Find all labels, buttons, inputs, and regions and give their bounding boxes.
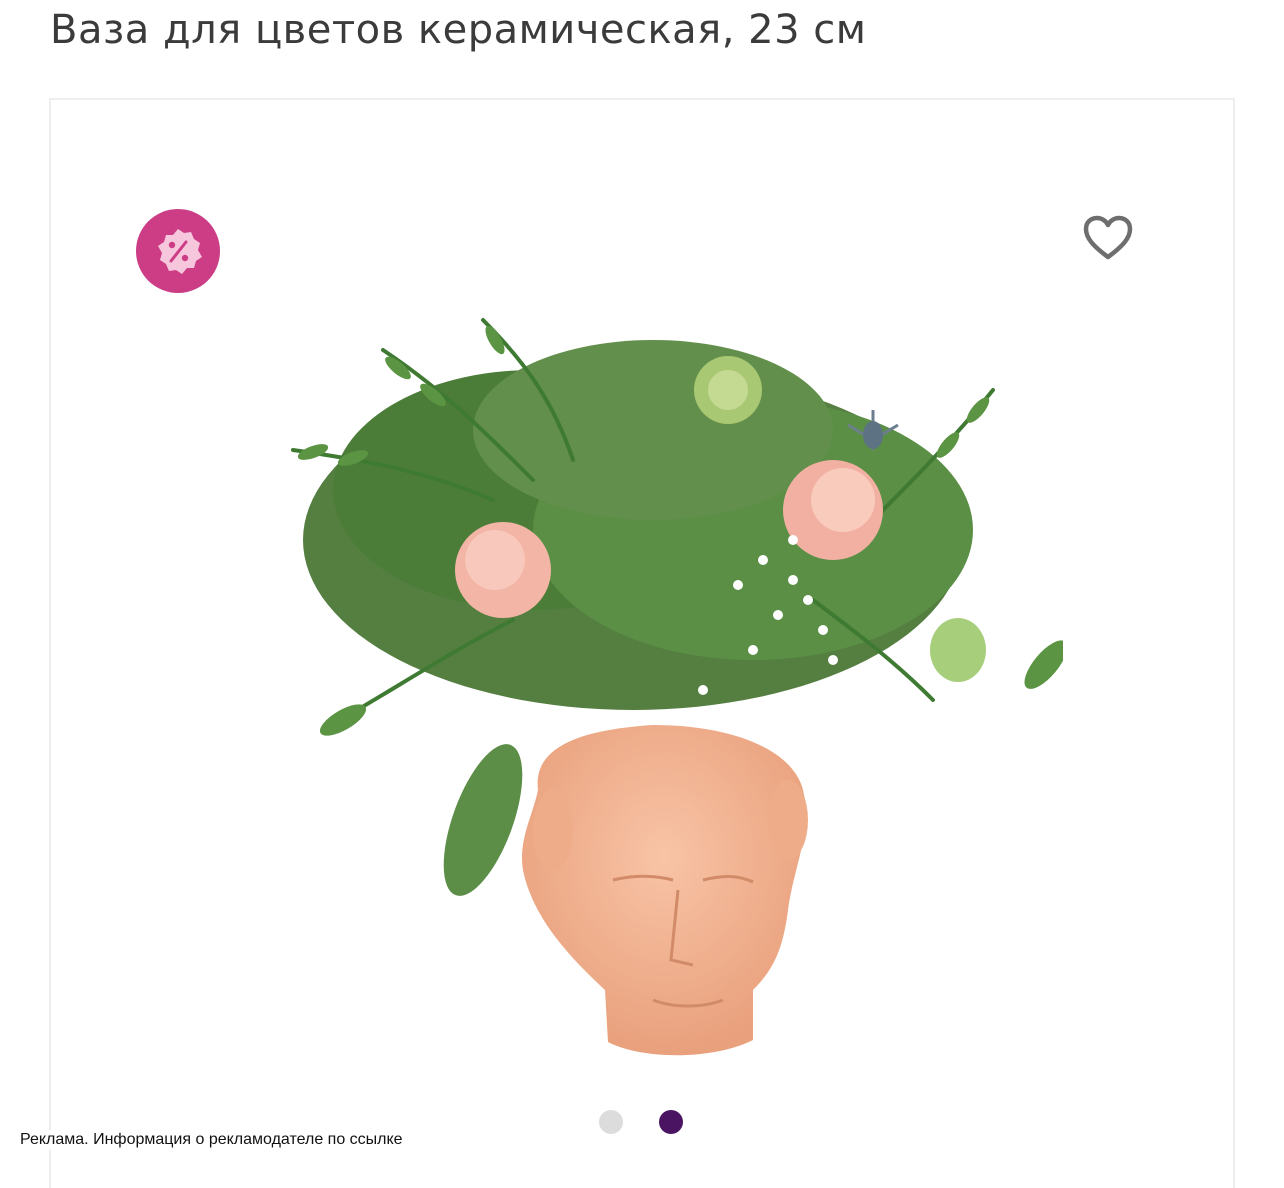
product-image[interactable] [233,230,1068,1080]
product-title: Ваза для цветов керамическая, 23 см [50,7,867,53]
vase-bouquet-illustration [291,318,1068,1056]
discount-badge[interactable] [136,209,220,293]
discount-percent-icon [158,229,202,274]
slide-indicators [599,1110,699,1136]
product-gallery[interactable] [49,98,1235,1188]
heart-outline-icon [1083,215,1133,260]
favorite-button[interactable] [1081,213,1135,263]
ad-notice-link[interactable]: Реклама. Информация о рекламодателе по с… [20,1130,403,1150]
slide-dot-1[interactable] [599,1110,623,1134]
slide-dot-2-active[interactable] [659,1110,683,1134]
